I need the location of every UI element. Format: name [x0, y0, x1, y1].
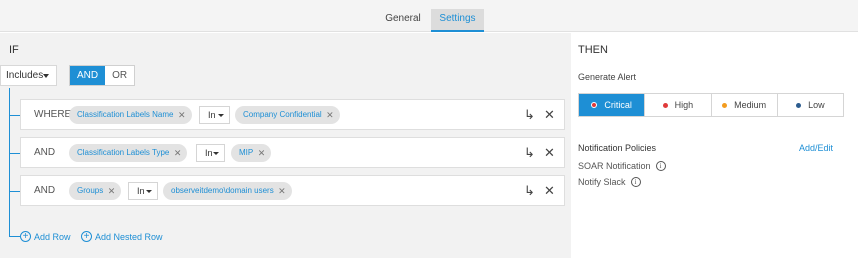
remove-chip-icon[interactable]: ✕	[178, 106, 186, 124]
value-chip[interactable]: Company Confidential ✕	[235, 106, 340, 124]
field-chip[interactable]: Groups ✕	[69, 182, 122, 200]
nest-arrow-icon[interactable]: ↳	[524, 144, 535, 162]
add-nested-row-link[interactable]: + Add Nested Row	[81, 231, 163, 242]
tree-branch	[9, 191, 20, 192]
policy-item: SOAR Notification i	[578, 161, 666, 171]
chevron-down-icon	[218, 114, 224, 117]
value-chip-label: observeitdemo\domain users	[171, 186, 274, 195]
row-operator: WHERE	[34, 109, 72, 120]
severity-label: High	[674, 100, 694, 110]
comparator-select[interactable]: In	[196, 144, 225, 162]
value-chip-label: Company Confidential	[243, 110, 322, 119]
if-panel: IF Includes AND OR WHERE Classification …	[0, 33, 571, 258]
condition-row: AND Groups ✕ In observeitdemo\domain use…	[20, 175, 565, 206]
policy-label: SOAR Notification	[578, 161, 651, 171]
remove-chip-icon[interactable]: ✕	[278, 182, 286, 200]
value-chip[interactable]: MIP ✕	[231, 144, 272, 162]
generate-alert-label: Generate Alert	[578, 72, 637, 82]
comparator-label: In	[205, 148, 213, 158]
add-row-label: Add Row	[34, 231, 71, 242]
field-chip[interactable]: Classification Labels Type ✕	[69, 144, 188, 162]
medium-dot-icon	[722, 102, 728, 108]
tree-connector	[9, 88, 10, 237]
row-operator: AND	[34, 147, 56, 158]
add-edit-link[interactable]: Add/Edit	[799, 143, 833, 153]
condition-row: AND Classification Labels Type ✕ In MIP …	[20, 137, 565, 168]
field-chip-label: Classification Labels Type	[77, 148, 170, 157]
field-chip[interactable]: Classification Labels Name ✕	[69, 106, 192, 124]
info-icon[interactable]: i	[630, 177, 641, 187]
tab-bar: General Settings	[0, 0, 858, 32]
severity-critical-button[interactable]: Critical	[579, 94, 645, 116]
chevron-down-icon	[43, 74, 49, 78]
if-title: IF	[9, 44, 19, 56]
includes-label: Includes	[6, 70, 44, 81]
chevron-down-icon	[213, 152, 219, 155]
row-operator: AND	[34, 185, 56, 196]
remove-chip-icon[interactable]: ✕	[174, 144, 182, 162]
info-icon[interactable]: i	[655, 161, 666, 171]
delete-row-icon[interactable]: ✕	[544, 182, 555, 200]
tab-general[interactable]: General	[380, 9, 426, 32]
severity-medium-button[interactable]: Medium	[710, 94, 777, 116]
delete-row-icon[interactable]: ✕	[544, 106, 555, 124]
comparator-label: In	[208, 110, 216, 120]
severity-label: Medium	[734, 100, 767, 110]
chevron-down-icon	[146, 190, 152, 193]
remove-chip-icon[interactable]: ✕	[258, 144, 266, 162]
and-button[interactable]: AND	[70, 66, 106, 85]
policy-item: Notify Slack i	[578, 177, 641, 187]
remove-chip-icon[interactable]: ✕	[108, 182, 116, 200]
includes-dropdown[interactable]: Includes	[0, 65, 57, 86]
severity-high-button[interactable]: High	[644, 94, 710, 116]
add-row-link[interactable]: + Add Row	[20, 231, 71, 242]
logic-toggle: AND OR	[69, 65, 136, 86]
value-chip-label: MIP	[239, 148, 254, 157]
nest-arrow-icon[interactable]: ↳	[524, 106, 535, 124]
comparator-label: In	[137, 186, 145, 196]
then-panel: THEN Generate Alert Critical High Medium…	[571, 33, 858, 258]
field-chip-label: Classification Labels Name	[77, 110, 174, 119]
add-nested-row-label: Add Nested Row	[95, 231, 163, 242]
severity-low-button[interactable]: Low	[776, 94, 843, 116]
low-dot-icon	[796, 102, 802, 108]
tab-settings[interactable]: Settings	[431, 9, 484, 32]
tree-branch	[9, 153, 20, 154]
severity-label: Critical	[604, 100, 632, 110]
comparator-select[interactable]: In	[199, 106, 230, 124]
then-title: THEN	[578, 44, 608, 56]
severity-selector: Critical High Medium Low	[578, 93, 844, 117]
condition-row: WHERE Classification Labels Name ✕ In Co…	[20, 99, 565, 130]
comparator-select[interactable]: In	[128, 182, 158, 200]
tree-branch	[9, 236, 20, 237]
critical-dot-icon	[591, 102, 598, 108]
tree-branch	[9, 115, 20, 116]
add-circle-icon: +	[20, 231, 31, 242]
policy-label: Notify Slack	[578, 177, 626, 187]
or-button[interactable]: OR	[105, 66, 134, 85]
field-chip-label: Groups	[77, 186, 104, 195]
delete-row-icon[interactable]: ✕	[544, 144, 555, 162]
nest-arrow-icon[interactable]: ↳	[524, 182, 535, 200]
value-chip[interactable]: observeitdemo\domain users ✕	[163, 182, 292, 200]
high-dot-icon	[662, 102, 668, 108]
notification-policies-label: Notification Policies	[578, 143, 657, 153]
remove-chip-icon[interactable]: ✕	[326, 106, 334, 124]
add-circle-icon: +	[81, 231, 92, 242]
severity-label: Low	[808, 100, 825, 110]
